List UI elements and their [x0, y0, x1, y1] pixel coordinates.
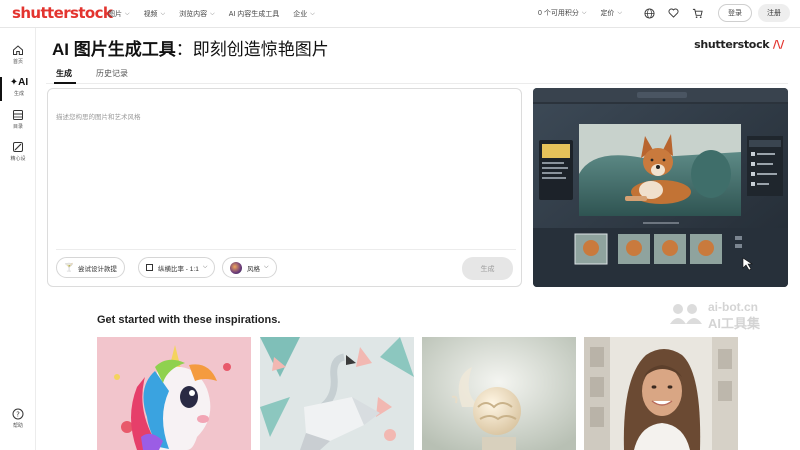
chevron-down-icon: ⌵ — [210, 10, 215, 17]
chevron-down-icon: ⌵ — [264, 264, 269, 270]
chevron-down-icon: ⌵ — [310, 10, 315, 17]
login-button[interactable]: 登录 — [718, 4, 752, 22]
catalog-icon — [13, 110, 23, 120]
divider — [56, 249, 516, 250]
pricing-dropdown[interactable]: 定价 ⌵ — [600, 8, 622, 18]
aspect-ratio-dropdown[interactable]: 纵横比率 - 1:1 ⌵ — [138, 257, 216, 278]
heart-icon[interactable] — [664, 4, 682, 22]
inspiration-card-unicorn[interactable] — [97, 337, 251, 450]
inspirations-title: Get started with these inspirations. — [97, 314, 281, 326]
brand-text: shutterstock — [694, 38, 770, 51]
inspiration-card-smiling-woman[interactable] — [584, 337, 738, 450]
nav-images[interactable]: 图片 ⌵ — [108, 9, 130, 19]
shutterstock-brand-logo: shutterstock /\/ — [694, 38, 784, 51]
design-icon — [13, 142, 23, 152]
tab-generate[interactable]: 生成 — [56, 68, 72, 79]
nav-browse[interactable]: 浏览内容 ⌵ — [179, 9, 215, 19]
inspiration-card-ice-cream-scoop[interactable] — [422, 337, 576, 450]
nav-video[interactable]: 视频 ⌵ — [144, 9, 166, 19]
sidebar-item-label: 目录 — [12, 124, 23, 130]
style-thumbnail-icon — [230, 261, 242, 274]
page-title-rest: ：即刻创造惊艳图片 — [175, 40, 329, 59]
sidebar-item-home[interactable]: 首页 — [0, 44, 36, 65]
main-nav-links: 图片 ⌵ 视频 ⌵ 浏览内容 ⌵ AI 内容生成工具 企业 ⌵ — [108, 9, 329, 19]
nav-ai-tools[interactable]: AI 内容生成工具 — [229, 9, 280, 19]
sidebar-item-label: 精心设 — [10, 156, 26, 162]
design-hint-button[interactable]: 🍸 尝试设计款提 — [56, 257, 125, 278]
svg-text:?: ? — [16, 411, 20, 419]
page-title: AI 图片生成工具：即刻创造惊艳图片 — [52, 35, 329, 60]
chevron-down-icon: ⌵ — [581, 9, 587, 16]
chevron-down-icon: ⌵ — [160, 10, 166, 17]
sidebar-item-label: 帮助 — [12, 423, 23, 429]
prompt-panel: 描述您构思的图片和艺术风格 🍸 尝试设计款提 纵横比率 - 1:1 ⌵ 风格 ⌵… — [47, 88, 522, 287]
watermark-brand: AI工具集 — [708, 316, 761, 331]
sidebar-item-label: 生成 — [13, 91, 24, 97]
shutterstock-logo[interactable]: shutterstock — [12, 4, 113, 22]
brand-mark-icon: /\/ — [769, 38, 784, 51]
style-dropdown[interactable]: 风格 ⌵ — [222, 257, 277, 278]
chevron-down-icon: ⌵ — [617, 9, 622, 16]
sidebar-item-generate[interactable]: ✦AI 生成 — [0, 77, 36, 101]
sidebar-item-catalog[interactable]: 目录 — [0, 109, 36, 130]
sidebar-item-label: 首页 — [12, 59, 23, 65]
inspiration-card-paper-flamingo[interactable] — [260, 337, 414, 450]
nav-right: 0 个可用积分 ⌵ 定价 ⌵ 登录 注册 — [538, 4, 790, 22]
ai-generate-icon: ✦AI — [9, 77, 29, 88]
tab-history[interactable]: 历史记录 — [96, 68, 128, 79]
page-title-bold: AI 图片生成工具 — [52, 40, 176, 59]
watermark-logo-icon — [670, 304, 702, 324]
preview-image — [533, 88, 788, 287]
credits-dropdown[interactable]: 0 个可用积分 ⌵ — [538, 8, 586, 18]
chevron-down-icon: ⌵ — [202, 264, 208, 270]
chevron-down-icon: ⌵ — [125, 10, 130, 17]
nav-enterprise[interactable]: 企业 ⌵ — [293, 9, 315, 19]
active-tab-indicator — [54, 82, 76, 84]
prompt-input[interactable]: 描述您构思的图片和艺术风格 — [56, 111, 141, 121]
sidebar-item-help[interactable]: ? 帮助 — [0, 408, 36, 429]
top-navigation: shutterstock 图片 ⌵ 视频 ⌵ 浏览内容 ⌵ AI 内容生成工具 企业 ⌵… — [0, 0, 800, 28]
cart-icon[interactable] — [688, 4, 706, 22]
generate-button[interactable]: 生成 — [462, 257, 513, 280]
help-icon: ? — [12, 408, 24, 420]
signup-button[interactable]: 注册 — [758, 4, 790, 22]
globe-icon[interactable] — [640, 4, 658, 22]
generate-tabs: 生成 历史记录 — [46, 60, 788, 84]
square-icon — [146, 264, 153, 271]
left-sidebar: 首页 ✦AI 生成 目录 精心设 ? 帮助 — [0, 28, 36, 450]
sidebar-item-design[interactable]: 精心设 — [0, 141, 36, 162]
cocktail-icon: 🍸 — [64, 263, 74, 272]
watermark-domain: ai-bot.cn — [708, 300, 758, 314]
home-icon — [13, 45, 23, 55]
